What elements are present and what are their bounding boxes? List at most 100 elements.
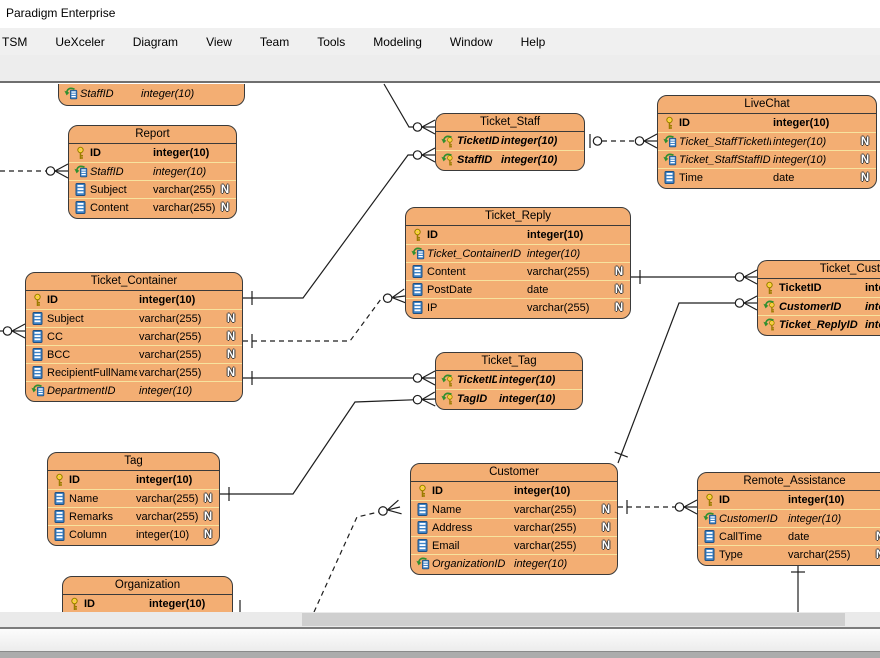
menu-item-tools[interactable]: Tools xyxy=(303,35,359,49)
field-type: varchar(255) xyxy=(139,313,223,325)
field-type: varchar(255) xyxy=(527,302,611,314)
entity-field-row[interactable]: TicketIDinteger(10) xyxy=(758,279,880,297)
field-type: integer(10) xyxy=(136,529,200,541)
relationship-connector-5[interactable] xyxy=(243,371,435,385)
nullable-icon: N xyxy=(219,201,231,215)
primary-key-icon xyxy=(662,116,677,131)
relationship-connector-3[interactable] xyxy=(590,134,657,148)
relationship-connector-11[interactable] xyxy=(791,563,805,612)
field-name: ID xyxy=(90,147,151,159)
menu-item-tsm[interactable]: TSM xyxy=(0,35,41,49)
column-icon xyxy=(52,509,67,524)
entity-staff-fragment[interactable]: StaffIDinteger(10) xyxy=(58,84,245,106)
entity-field-row[interactable]: StaffIDinteger(10) xyxy=(59,84,244,103)
entity-field-row[interactable]: TicketIDinteger(10) xyxy=(436,132,584,150)
nullable-icon: N xyxy=(225,330,237,344)
menu-item-modeling[interactable]: Modeling xyxy=(359,35,436,49)
entity-field-row[interactable]: StaffIDinteger(10) xyxy=(436,150,584,168)
entity-field-row[interactable]: Subjectvarchar(255)N xyxy=(69,180,236,198)
nullable-icon: N xyxy=(600,539,612,553)
entity-field-row[interactable]: StaffIDinteger(10) xyxy=(69,162,236,180)
field-name: CustomerID xyxy=(719,513,786,525)
entity-field-row[interactable]: Ticket_ReplyIDinteger(10) xyxy=(758,315,880,333)
entity-field-row[interactable]: PostDatedateN xyxy=(406,280,630,298)
relationship-connector-9[interactable] xyxy=(618,500,697,514)
entity-field-row[interactable]: Ticket_StaffStaffIDinteger(10)N xyxy=(658,150,876,168)
horizontal-scrollbar-thumb[interactable] xyxy=(302,613,845,626)
entity-ticket-customer[interactable]: Ticket_CustomerTicketIDinteger(10)Custom… xyxy=(757,260,880,336)
field-name: PostDate xyxy=(427,284,525,296)
entity-field-row[interactable]: IDinteger(10) xyxy=(658,114,876,132)
entity-field-row[interactable]: IDinteger(10) xyxy=(48,471,219,489)
relationship-connector-8[interactable] xyxy=(615,296,757,463)
entity-field-row[interactable]: IDinteger(10) xyxy=(698,491,880,509)
entity-field-row[interactable]: Namevarchar(255)N xyxy=(48,489,219,507)
entity-field-row[interactable]: TimedateN xyxy=(658,168,876,186)
relationship-connector-12[interactable] xyxy=(0,324,25,338)
entity-field-row[interactable]: CustomerIDinteger(10) xyxy=(758,297,880,315)
entity-ticket-staff[interactable]: Ticket_StaffTicketIDinteger(10)StaffIDin… xyxy=(435,113,585,171)
menu-item-help[interactable]: Help xyxy=(507,35,560,49)
entity-field-row[interactable]: Contentvarchar(255)N xyxy=(69,198,236,216)
column-icon xyxy=(52,491,67,506)
field-type: varchar(255) xyxy=(139,349,223,361)
field-name: ID xyxy=(432,485,512,497)
field-name: IP xyxy=(427,302,525,314)
menu-item-diagram[interactable]: Diagram xyxy=(119,35,192,49)
title-bar: Paradigm Enterprise xyxy=(0,0,880,28)
relationship-connector-0[interactable] xyxy=(0,164,68,178)
entity-field-row[interactable]: CCvarchar(255)N xyxy=(26,327,242,345)
entity-field-row[interactable]: TicketIDinteger(10) xyxy=(436,371,582,389)
entity-organization[interactable]: OrganizationIDinteger(10)Namevarchar(255… xyxy=(62,576,233,612)
entity-field-row[interactable]: Columninteger(10)N xyxy=(48,525,219,543)
entity-field-row[interactable]: IDinteger(10) xyxy=(406,226,630,244)
entity-field-row[interactable]: IDinteger(10) xyxy=(411,482,617,500)
menu-item-uexceler[interactable]: UeXceler xyxy=(41,35,118,49)
relationship-connector-10[interactable] xyxy=(314,500,402,612)
entity-field-row[interactable]: IDinteger(10) xyxy=(69,144,236,162)
column-icon xyxy=(410,282,425,297)
entity-customer[interactable]: CustomerIDinteger(10)Namevarchar(255)NAd… xyxy=(410,463,618,575)
foreign-key-icon xyxy=(73,164,88,179)
entity-field-row[interactable]: Namevarchar(255)N xyxy=(411,500,617,518)
entity-remote-assistance[interactable]: Remote_AssistanceIDinteger(10)CustomerID… xyxy=(697,472,880,566)
menu-item-view[interactable]: View xyxy=(192,35,246,49)
entity-field-row[interactable]: BCCvarchar(255)N xyxy=(26,345,242,363)
field-type: varchar(255) xyxy=(136,511,200,523)
entity-field-row[interactable]: IDinteger(10) xyxy=(26,291,242,309)
entity-field-row[interactable]: RecipientFullNamevarchar(255)N xyxy=(26,363,242,381)
field-name: Ticket_ContainerID xyxy=(427,248,525,260)
column-icon xyxy=(410,300,425,315)
entity-field-row[interactable]: TagIDinteger(10) xyxy=(436,389,582,407)
entity-field-row[interactable]: Addressvarchar(255)N xyxy=(411,518,617,536)
entity-livechat[interactable]: LiveChatIDinteger(10)Ticket_StaffTicketI… xyxy=(657,95,877,189)
entity-field-row[interactable]: IPvarchar(255)N xyxy=(406,298,630,316)
field-type: date xyxy=(773,172,857,184)
diagram-canvas[interactable]: StaffIDinteger(10)ReportIDinteger(10)Sta… xyxy=(0,83,880,612)
field-type: integer(10) xyxy=(501,135,565,147)
entity-field-row[interactable]: OrganizationIDinteger(10) xyxy=(411,554,617,572)
menu-item-window[interactable]: Window xyxy=(436,35,507,49)
menu-item-team[interactable]: Team xyxy=(246,35,303,49)
relationship-connector-7[interactable] xyxy=(631,270,757,284)
entity-field-row[interactable]: DepartmentIDinteger(10) xyxy=(26,381,242,399)
entity-ticket-container[interactable]: Ticket_ContainerIDinteger(10)Subjectvarc… xyxy=(25,272,243,402)
entity-tag[interactable]: TagIDinteger(10)Namevarchar(255)NRemarks… xyxy=(47,452,220,546)
entity-field-row[interactable]: Contentvarchar(255)N xyxy=(406,262,630,280)
entity-field-row[interactable]: Remarksvarchar(255)N xyxy=(48,507,219,525)
entity-field-row[interactable]: Ticket_StaffTicketIDinteger(10)N xyxy=(658,132,876,150)
entity-field-row[interactable]: Ticket_ContainerIDinteger(10) xyxy=(406,244,630,262)
horizontal-scrollbar-track[interactable] xyxy=(0,612,880,627)
entity-field-row[interactable]: IDinteger(10) xyxy=(63,595,232,612)
entity-title: Customer xyxy=(411,464,617,482)
entity-field-row[interactable]: Typevarchar(255)N xyxy=(698,545,880,563)
relationship-connector-6[interactable] xyxy=(220,392,435,501)
entity-report[interactable]: ReportIDinteger(10)StaffIDinteger(10)Sub… xyxy=(68,125,237,219)
entity-field-row[interactable]: Emailvarchar(255)N xyxy=(411,536,617,554)
entity-field-row[interactable]: CallTimedateN xyxy=(698,527,880,545)
relationship-connector-1[interactable] xyxy=(384,84,435,134)
entity-field-row[interactable]: Subjectvarchar(255)N xyxy=(26,309,242,327)
entity-ticket-reply[interactable]: Ticket_ReplyIDinteger(10)Ticket_Containe… xyxy=(405,207,631,319)
entity-field-row[interactable]: CustomerIDinteger(10) xyxy=(698,509,880,527)
entity-ticket-tag[interactable]: Ticket_TagTicketIDinteger(10)TagIDintege… xyxy=(435,352,583,410)
